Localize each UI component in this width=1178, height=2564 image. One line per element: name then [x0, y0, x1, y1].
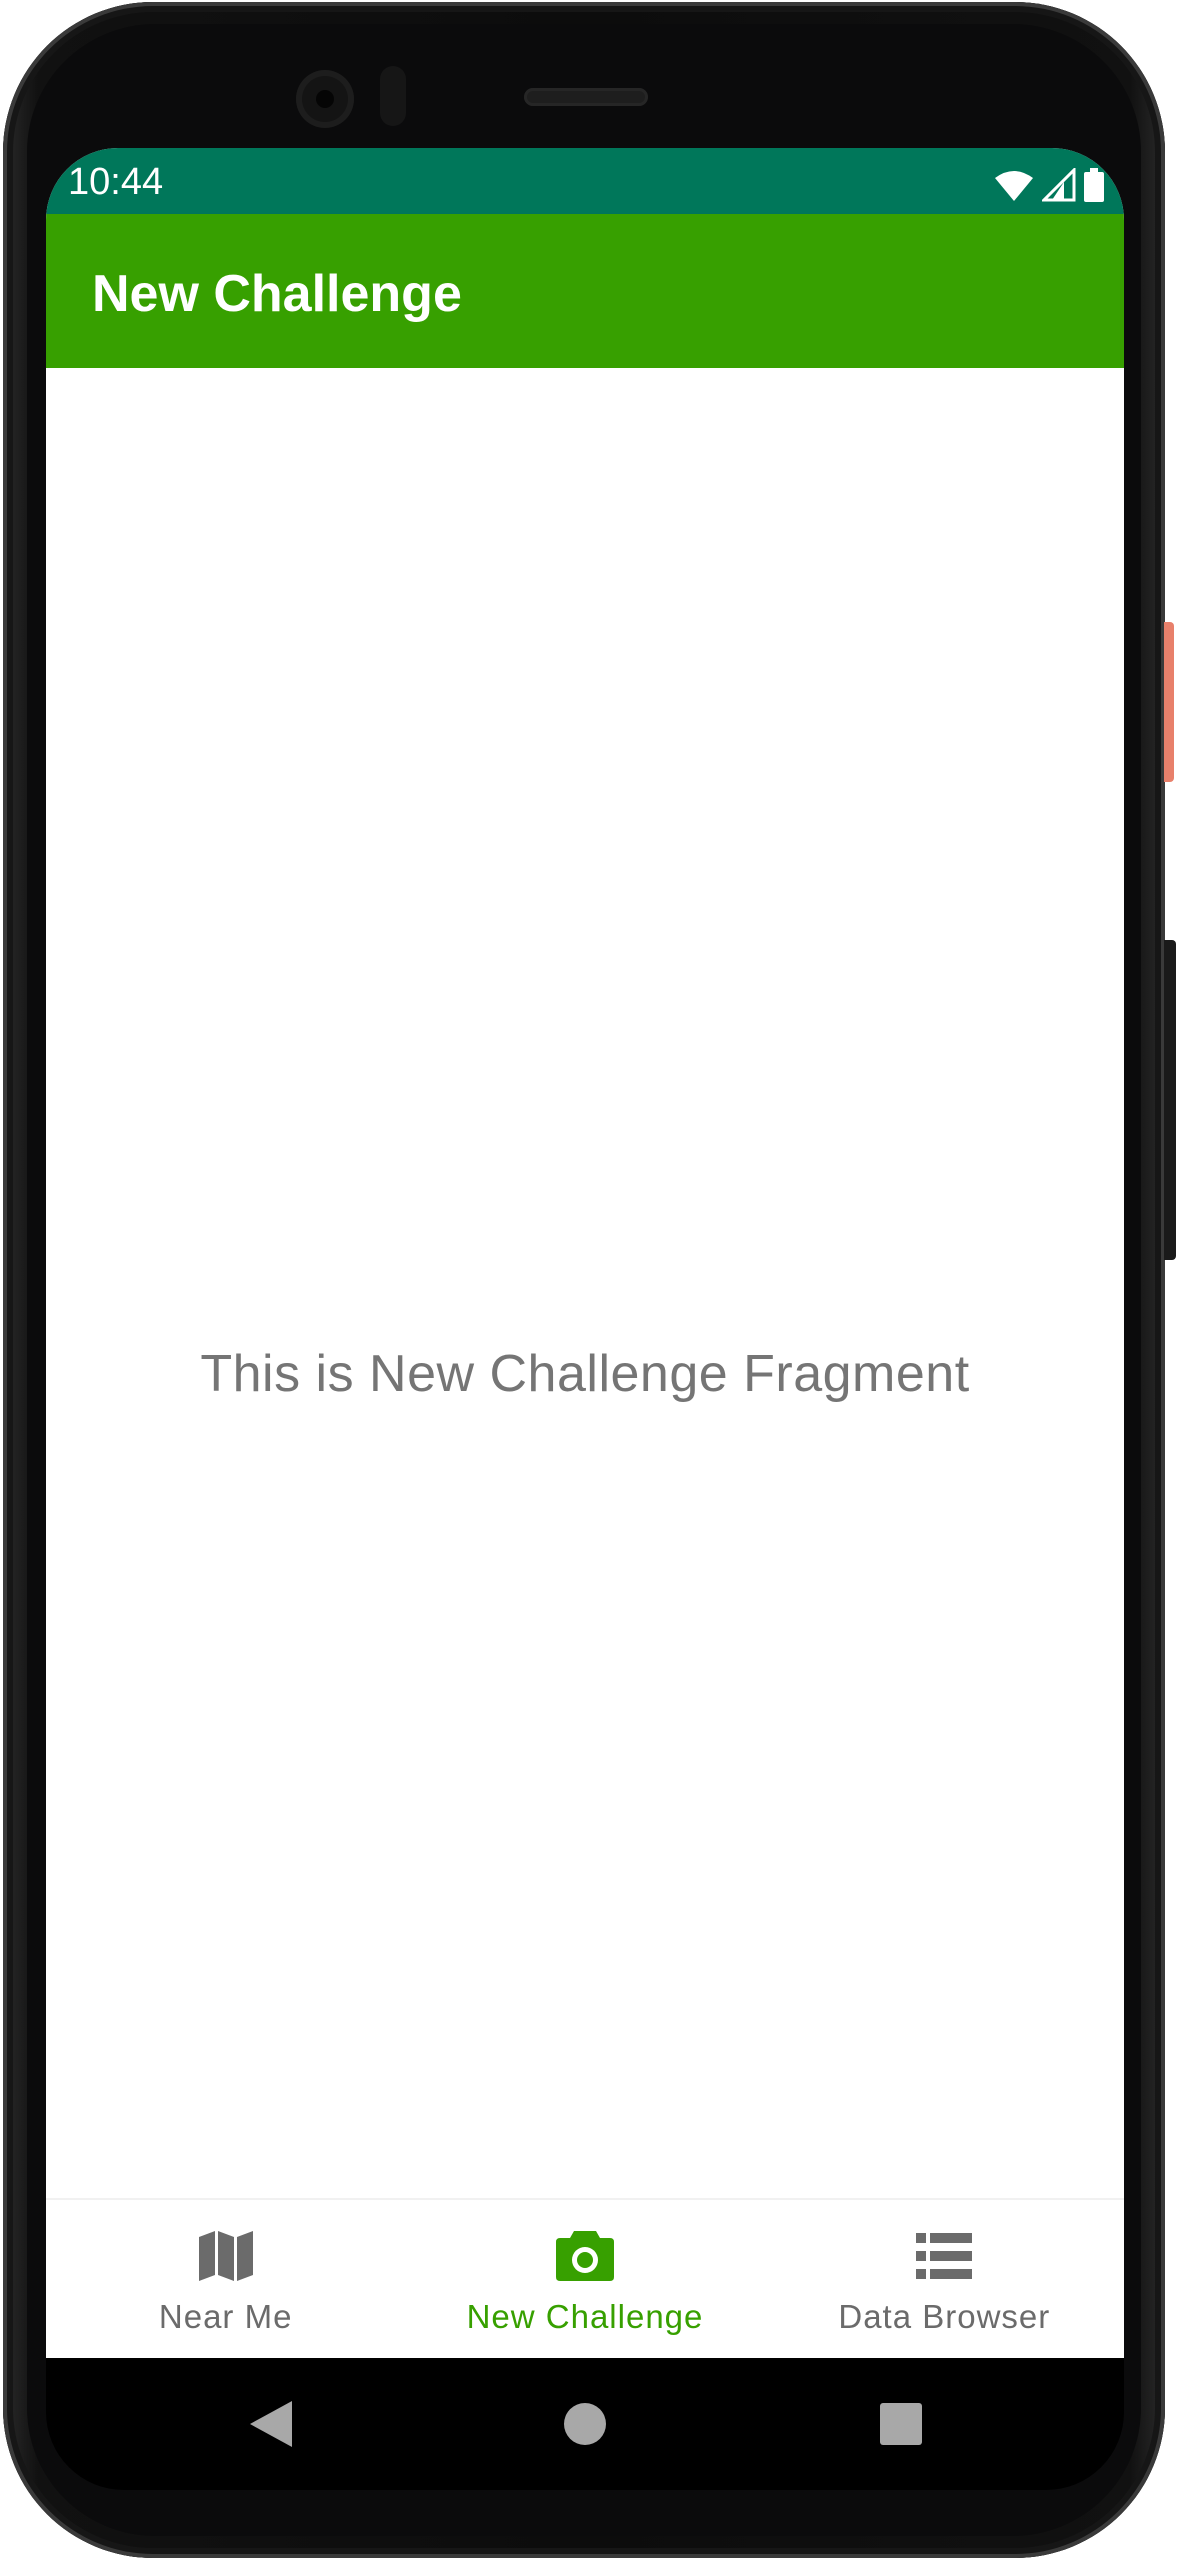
map-icon — [196, 2226, 256, 2286]
fragment-content — [46, 368, 1124, 2198]
system-navigation-bar — [46, 2358, 1124, 2490]
volume-button — [1164, 940, 1176, 1260]
status-bar: 10:44 — [46, 148, 1124, 214]
list-icon — [914, 2226, 974, 2286]
app-bar: New Challenge — [46, 214, 1124, 368]
camera-icon — [555, 2226, 615, 2286]
power-button — [1164, 622, 1174, 782]
status-icons — [994, 166, 1104, 202]
fragment-message: This is New Challenge Fragment — [200, 1345, 970, 1403]
proximity-sensor — [380, 66, 406, 126]
nav-item-near-me[interactable]: Near Me — [46, 2200, 405, 2358]
nav-item-new-challenge[interactable]: New Challenge — [405, 2200, 764, 2358]
wifi-icon — [995, 171, 1033, 201]
front-camera — [296, 70, 354, 128]
back-icon[interactable] — [211, 2358, 331, 2490]
nav-label-new-challenge: New Challenge — [466, 2298, 704, 2335]
screen: 10:44 New Challenge This is New Challeng… — [46, 148, 1124, 2358]
page-title: New Challenge — [92, 265, 462, 323]
earpiece-speaker — [524, 88, 648, 106]
status-time: 10:44 — [68, 161, 164, 203]
nav-label-near-me: Near Me — [158, 2298, 293, 2335]
recents-icon[interactable] — [841, 2358, 961, 2490]
nav-label-data-browser: Data Browser — [838, 2298, 1051, 2335]
home-icon[interactable] — [525, 2358, 645, 2490]
nav-item-data-browser[interactable]: Data Browser — [765, 2200, 1124, 2358]
bottom-navigation: Near Me New Challenge Data Browser — [46, 2198, 1124, 2358]
battery-icon — [1084, 168, 1104, 202]
cell-signal-icon — [1042, 168, 1076, 202]
